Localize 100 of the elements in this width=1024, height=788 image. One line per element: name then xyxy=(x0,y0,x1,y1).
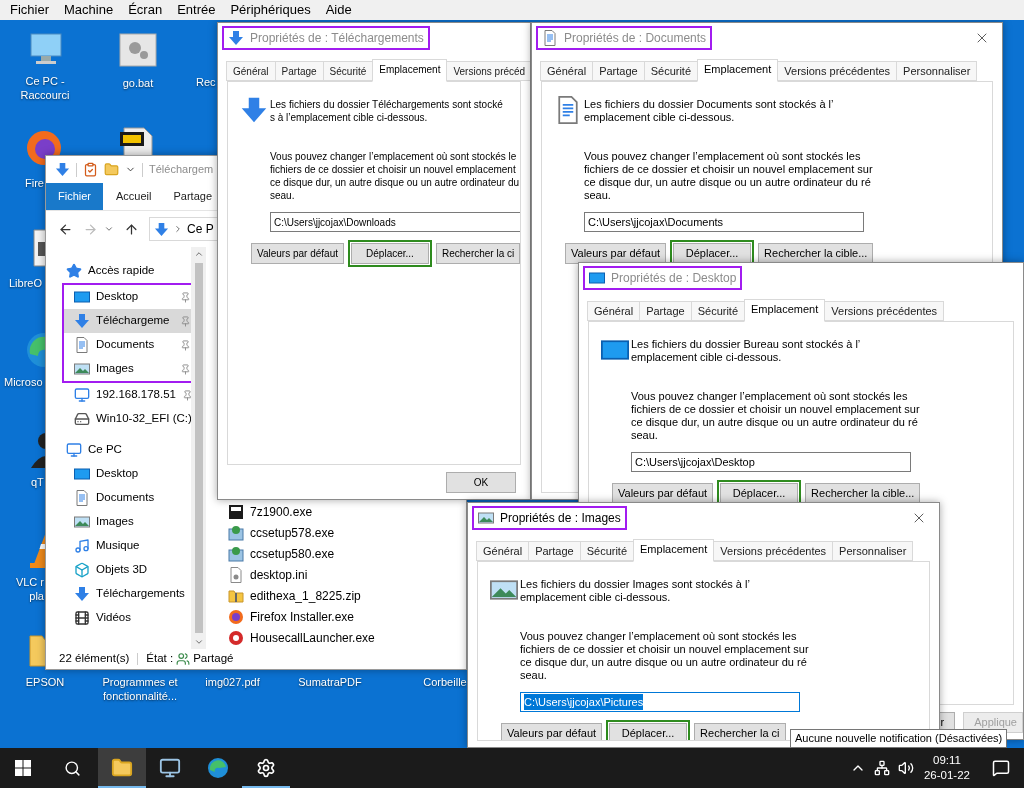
tab[interactable]: Sécurité xyxy=(579,541,635,561)
menu-item[interactable]: Périphériques xyxy=(230,0,311,20)
tab[interactable]: Sécurité xyxy=(643,61,699,81)
nav-item[interactable]: Vidéos xyxy=(46,606,191,630)
icon-label[interactable]: qT xyxy=(31,475,44,489)
nav-item[interactable]: Téléchargeme xyxy=(64,309,191,333)
icon-label[interactable]: VLC r pla xyxy=(13,575,44,603)
tab[interactable]: Emplacement xyxy=(633,539,715,562)
icon-label[interactable]: Fire xyxy=(25,176,44,190)
icon-label[interactable]: EPSON xyxy=(5,675,85,689)
icon-label[interactable]: img027.pdf xyxy=(190,675,275,689)
dialog-button[interactable]: Déplacer... xyxy=(609,723,688,740)
ribbon-tab[interactable]: Fichier xyxy=(46,183,103,210)
nav-item[interactable]: Documents xyxy=(64,333,191,357)
description-text: Vous pouvez changer l’emplacement où sont stockés les fichiers de ce dossier et choisir un nouvel emplacement sur ce disque dur, un autre disque ou un autre ordinateur du ré seau. xyxy=(631,390,921,442)
file-item[interactable]: 7z1900.exe xyxy=(228,501,466,522)
file-item[interactable]: desktop.ini xyxy=(228,564,466,585)
dialog-button[interactable]: Rechercher la ci xyxy=(694,723,786,740)
nav-item[interactable]: Musique xyxy=(46,534,191,558)
dialog-button[interactable]: Déplacer... xyxy=(351,243,429,264)
menu-item[interactable]: Fichier xyxy=(10,0,49,20)
file-item[interactable]: Firefox Installer.exe xyxy=(228,606,466,627)
tab[interactable]: Versions précédentes xyxy=(713,541,834,561)
dialog-button[interactable]: OK xyxy=(446,471,516,493)
tab[interactable]: Général xyxy=(587,301,641,321)
clipboard-icon[interactable] xyxy=(83,162,98,177)
volume-icon[interactable] xyxy=(897,760,914,776)
computer-icon xyxy=(66,442,82,458)
tab[interactable]: Versions précéd xyxy=(446,61,530,81)
icon-label[interactable]: Rec xyxy=(196,75,216,89)
file-item[interactable]: ccsetup578.exe xyxy=(228,522,466,543)
tab[interactable]: Sécurité xyxy=(322,61,374,81)
tab[interactable]: Partage xyxy=(274,61,324,81)
tab[interactable]: Emplacement xyxy=(744,299,826,322)
path-field[interactable]: C:\Users\jjcojax\Downloads xyxy=(270,212,520,232)
icon-label[interactable]: Programmes et fonctionnalité... xyxy=(90,675,190,703)
document-icon xyxy=(74,337,90,353)
archive-icon xyxy=(228,503,244,520)
menu-item[interactable]: Écran xyxy=(128,0,163,20)
tab[interactable]: Partage xyxy=(528,541,581,561)
dialog-button[interactable]: Rechercher la cible... xyxy=(758,243,874,264)
dialog-button[interactable]: Rechercher la ci xyxy=(436,243,520,264)
network-icon[interactable] xyxy=(873,760,890,776)
tab[interactable]: Sécurité xyxy=(690,301,746,321)
dialog-button[interactable]: Valeurs par défaut xyxy=(501,723,603,740)
tab[interactable]: Partage xyxy=(639,301,692,321)
icon-label[interactable]: Microso xyxy=(4,375,43,389)
icon-label[interactable]: go.bat xyxy=(98,76,178,90)
clock-date[interactable]: 26-01-22 xyxy=(923,768,970,783)
nav-item[interactable]: Objets 3D xyxy=(46,558,191,582)
folder-icon xyxy=(111,757,133,779)
scroll-down-icon[interactable] xyxy=(193,637,204,647)
icon-label[interactable]: LibreO xyxy=(9,276,43,290)
nav-item[interactable]: Téléchargements xyxy=(46,582,191,606)
tab[interactable]: Général xyxy=(540,61,594,81)
ribbon-tab[interactable]: Partage xyxy=(164,183,221,210)
nav-item[interactable]: Images xyxy=(46,510,191,534)
nav-item[interactable]: Ce PC xyxy=(46,438,191,462)
nav-item[interactable]: Win10-32_EFI (C:) xyxy=(46,407,191,431)
icon-label[interactable]: Ce PC - Raccourci xyxy=(5,74,85,102)
path-field[interactable]: C:\Users\jjcojax\Pictures xyxy=(520,692,800,712)
menu-item[interactable]: Entrée xyxy=(177,0,216,20)
caret-icon[interactable] xyxy=(104,224,114,234)
tab[interactable]: Personnaliser xyxy=(832,541,914,561)
file-item[interactable]: HousecallLauncher.exe xyxy=(228,627,466,648)
window-title: Téléchargem xyxy=(149,162,214,178)
nav-item[interactable]: Documents xyxy=(46,486,191,510)
scrollbar[interactable] xyxy=(191,247,206,649)
tab[interactable]: Partage xyxy=(592,61,645,81)
tab[interactable]: Général xyxy=(476,541,530,561)
nav-item[interactable]: Accès rapide xyxy=(46,259,191,283)
menu-item[interactable]: Aide xyxy=(325,0,352,20)
tab[interactable]: Emplacement xyxy=(372,59,448,82)
dialog-button[interactable]: Valeurs par défaut xyxy=(612,483,714,504)
path-field[interactable]: C:\Users\jjcojax\Desktop xyxy=(631,452,911,472)
tab[interactable]: Général xyxy=(226,61,276,81)
dialog-button[interactable]: Rechercher la cible... xyxy=(805,483,921,504)
dialog-button[interactable]: Déplacer... xyxy=(673,243,752,264)
clock-time[interactable]: 09:11 xyxy=(933,753,961,768)
dialog-button[interactable]: Déplacer... xyxy=(720,483,799,504)
nav-item[interactable]: Desktop xyxy=(64,285,191,309)
screen-icon xyxy=(74,289,90,305)
nav-item[interactable]: Images xyxy=(64,357,191,381)
download-arrow-icon xyxy=(74,586,90,602)
scroll-up-icon[interactable] xyxy=(193,249,204,259)
path-field[interactable]: C:\Users\jjcojax\Documents xyxy=(584,212,864,232)
file-item[interactable]: ccsetup580.exe xyxy=(228,543,466,564)
tab[interactable]: Emplacement xyxy=(697,59,779,82)
tab[interactable]: Personnaliser xyxy=(896,61,978,81)
ribbon-tab[interactable]: Accueil xyxy=(107,183,161,210)
menu-item[interactable]: Machine xyxy=(64,0,114,20)
taskbar-app[interactable] xyxy=(98,748,146,788)
tab[interactable]: Versions précédentes xyxy=(777,61,898,81)
icon-label[interactable]: SumatraPDF xyxy=(290,675,370,689)
dialog-button[interactable]: Valeurs par défaut xyxy=(251,243,344,264)
file-item[interactable]: edithexa_1_8225.zip xyxy=(228,585,466,606)
dialog-button[interactable]: Valeurs par défaut xyxy=(565,243,667,264)
nav-item[interactable]: Desktop xyxy=(46,462,191,486)
nav-item[interactable]: 192.168.178.51 xyxy=(46,383,191,407)
tab[interactable]: Versions précédentes xyxy=(824,301,945,321)
